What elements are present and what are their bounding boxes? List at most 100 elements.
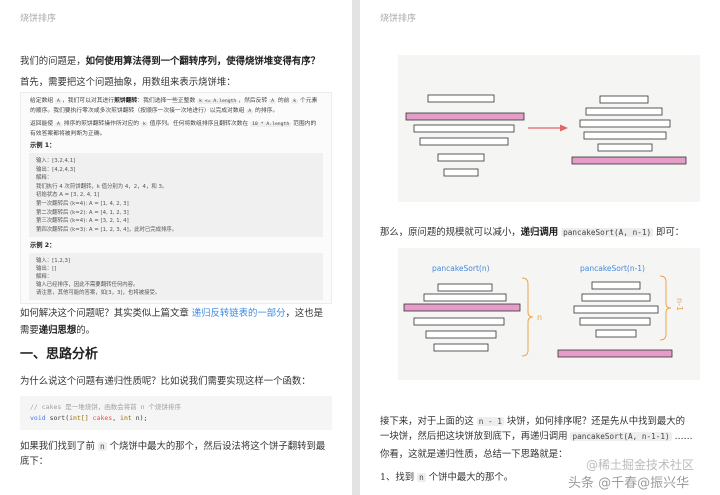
pancake bbox=[413, 124, 515, 133]
code-token: // cakes 是一堆烧饼，函数会将前 n 个烧饼排序 bbox=[30, 402, 181, 411]
pancake-largest bbox=[403, 303, 521, 312]
text-span: 如果我们找到了前 bbox=[20, 441, 98, 452]
text-span: 的排序。 bbox=[253, 108, 279, 114]
figure-title-left: pancakeSort(n) bbox=[432, 264, 490, 273]
example-line: 第二次翻转后 (k=2): A = [4, 1, 2, 3] bbox=[36, 209, 129, 216]
example-line: 解释： bbox=[36, 175, 53, 182]
article-link[interactable]: 递归反转链表的一部分 bbox=[192, 308, 286, 319]
text-span: ，这也是 bbox=[285, 308, 324, 319]
text-span: 个元素 bbox=[298, 98, 318, 104]
page-header: 烧饼排序 bbox=[380, 14, 417, 24]
text-span: 排序的煎饼翻转操作所对应的 bbox=[61, 121, 141, 127]
code-line: // cakes 是一堆烧饼，函数会将前 n 个烧饼排序 bbox=[30, 402, 181, 411]
pancake bbox=[433, 343, 489, 352]
text-span: 个饼中最大的那个。 bbox=[425, 472, 514, 483]
text-span: 返回能使 bbox=[30, 121, 56, 127]
problem-description-line: 的顺序。我们要执行零次或多次煎饼翻转（按顺序一次接一次地进行）以完成对数组 A … bbox=[30, 108, 279, 115]
text-span: 块饼，如何排序呢？还是先从中找到最大的 bbox=[503, 416, 685, 427]
problem-statement-box: 给定数组 A ，我们可以对其进行煎饼翻转：我们选择一些正整数 k <= A.len… bbox=[20, 92, 332, 304]
inline-code: A bbox=[55, 99, 62, 104]
inline-code: n bbox=[97, 442, 107, 451]
problem-description-line: 有效答案都将被判断为正确。 bbox=[30, 131, 106, 138]
paragraph-line: 如果我们找到了前 n 个烧饼中最大的那个，然后设法将这个饼子翻转到最 bbox=[20, 442, 325, 451]
text-span: ：我们选择一些正整数 bbox=[137, 98, 198, 104]
pancake bbox=[579, 119, 671, 128]
code-token: int[] bbox=[69, 413, 89, 422]
example-1-label: 示例 1： bbox=[30, 142, 56, 149]
figure-title-right: pancakeSort(n-1) bbox=[580, 264, 645, 273]
example-line: 第一次翻转后 (k=4): A = [1, 4, 2, 3] bbox=[36, 201, 129, 207]
pancake-largest bbox=[405, 112, 525, 121]
text-span: 值序列。任何将数组排序且翻转次数在 bbox=[147, 121, 251, 127]
code-token: cakes bbox=[92, 413, 113, 422]
flip-largest-to-bottom-figure bbox=[398, 55, 700, 202]
text-span: 接下来，对于上面的这 bbox=[380, 416, 477, 427]
text-span: ，我们可以对其进行 bbox=[61, 98, 115, 104]
paragraph-line: 为什么说这个问题有递归性质呢？比如说我们需要实现这样一个函数： bbox=[20, 376, 311, 387]
pancake bbox=[573, 305, 659, 314]
stack-n bbox=[403, 283, 521, 352]
text-span: 1、找到 bbox=[380, 472, 418, 483]
arrow-head bbox=[560, 124, 568, 132]
pancake bbox=[437, 153, 485, 162]
inline-code: A bbox=[55, 122, 62, 127]
text-span: , bbox=[112, 413, 121, 422]
inline-code: n bbox=[417, 473, 426, 482]
right-page: 烧饼排序 那么，原问题的规模就可以减小，递归调用 pancakeSort(A, … bbox=[360, 0, 720, 495]
inline-code: pancakeSort(A, n-1) bbox=[561, 228, 654, 237]
example-line: 解释： bbox=[36, 274, 53, 280]
text-span: 我们的问题是， bbox=[20, 56, 86, 67]
inline-code: n - 1 bbox=[476, 417, 504, 426]
example-line: 输出：[] bbox=[36, 266, 57, 272]
pancake bbox=[595, 329, 637, 338]
example-line: 输入：[1,2,3] bbox=[36, 258, 71, 264]
function-code-block: // cakes 是一堆烧饼，函数会将前 n 个烧饼排序 void sort(i… bbox=[20, 396, 332, 430]
pancake bbox=[419, 137, 509, 146]
inline-code: A bbox=[269, 99, 276, 104]
example-2-code-block: 输入：[1,2,3] 输出：[] 解释： 输入已经排序，因此不需要翻转任何内容。… bbox=[29, 253, 323, 300]
text-span: 一块饼，然后把这块饼放到底下，再递归调用 bbox=[380, 431, 571, 442]
text-span: 底下： bbox=[20, 456, 49, 467]
code-token: void bbox=[30, 413, 46, 422]
example-1-code-block: 输入：[3,2,4,1] 输出：[4,2,4,3] 解释： 我们执行 4 次煎饼… bbox=[29, 153, 323, 237]
step-list-item: 1、找到 n 个饼中最大的那个。 bbox=[380, 473, 513, 482]
pancake bbox=[585, 107, 663, 116]
example-line: 输入已经排序，因此不需要翻转任何内容。 bbox=[36, 282, 139, 288]
pancake bbox=[597, 143, 653, 152]
text-span: ...... bbox=[671, 431, 693, 442]
pancake bbox=[591, 281, 641, 290]
pancake bbox=[579, 317, 651, 326]
pancake bbox=[599, 95, 649, 104]
text-span: 有效答案都将被判断为正确。 bbox=[30, 131, 106, 137]
example-line: 输出：[4,2,4,3] bbox=[36, 166, 76, 173]
text-span: 的。 bbox=[76, 325, 96, 336]
pancake-flip-diagram bbox=[405, 94, 687, 177]
example-line: 我们执行 4 次煎饼翻转，k 值分别为 4，2，4，和 3。 bbox=[36, 183, 168, 190]
pancake-largest bbox=[571, 156, 687, 165]
inline-code: pancakeSort(A, n-1-1) bbox=[570, 432, 672, 441]
watermark-line: @稀土掘金技术社区 bbox=[586, 458, 695, 472]
pancake bbox=[413, 317, 505, 326]
paragraph-line: 一块饼，然后把这块饼放到底下，再递归调用 pancakeSort(A, n-1-… bbox=[380, 432, 693, 441]
bracket-label-n: n bbox=[537, 313, 542, 322]
page-header: 烧饼排序 bbox=[20, 14, 57, 24]
initial-pancake-stack bbox=[405, 94, 525, 177]
example-line: 初始状态 A = [3, 2, 4, 1] bbox=[36, 192, 100, 199]
arrow-icon bbox=[528, 124, 568, 132]
left-page: 烧饼排序 我们的问题是，如何使用算法得到一个翻转序列，使得烧饼堆变得有序？ 首先… bbox=[0, 0, 352, 495]
example-2-label: 示例 2： bbox=[30, 242, 56, 249]
bracket-label-n-minus-1: n-1 bbox=[675, 298, 684, 311]
recursion-diagram: pancakeSort(n) pancakeSort(n-1) n n-1 bbox=[403, 264, 684, 358]
pancake-largest bbox=[557, 349, 673, 358]
abstraction-intro-line: 首先，需要把这个问题抽象，用数组来表示烧饼堆： bbox=[20, 78, 236, 87]
pancake bbox=[443, 168, 479, 177]
text-span: 给定数组 bbox=[30, 98, 56, 104]
text-span: 如何解决这个问题呢？其实类似上篇文章 bbox=[20, 308, 192, 319]
example-line: 请注意，其他可能的答案，如[3，3]，也将被接受。 bbox=[36, 290, 161, 296]
bracket-n-minus-1 bbox=[659, 275, 672, 341]
recursion-figure: pancakeSort(n) pancakeSort(n-1) n n-1 bbox=[398, 248, 700, 380]
bold-text: 递归调用 bbox=[520, 227, 559, 238]
problem-description-line: 返回能使 A 排序的煎饼翻转操作所对应的 k 值序列。任何将数组排序且翻转次数在… bbox=[30, 121, 316, 128]
inline-code: k <= A.length bbox=[197, 99, 239, 104]
bold-text: 如何使用算法得到一个翻转序列，使得烧饼堆变得有序？ bbox=[85, 56, 321, 67]
